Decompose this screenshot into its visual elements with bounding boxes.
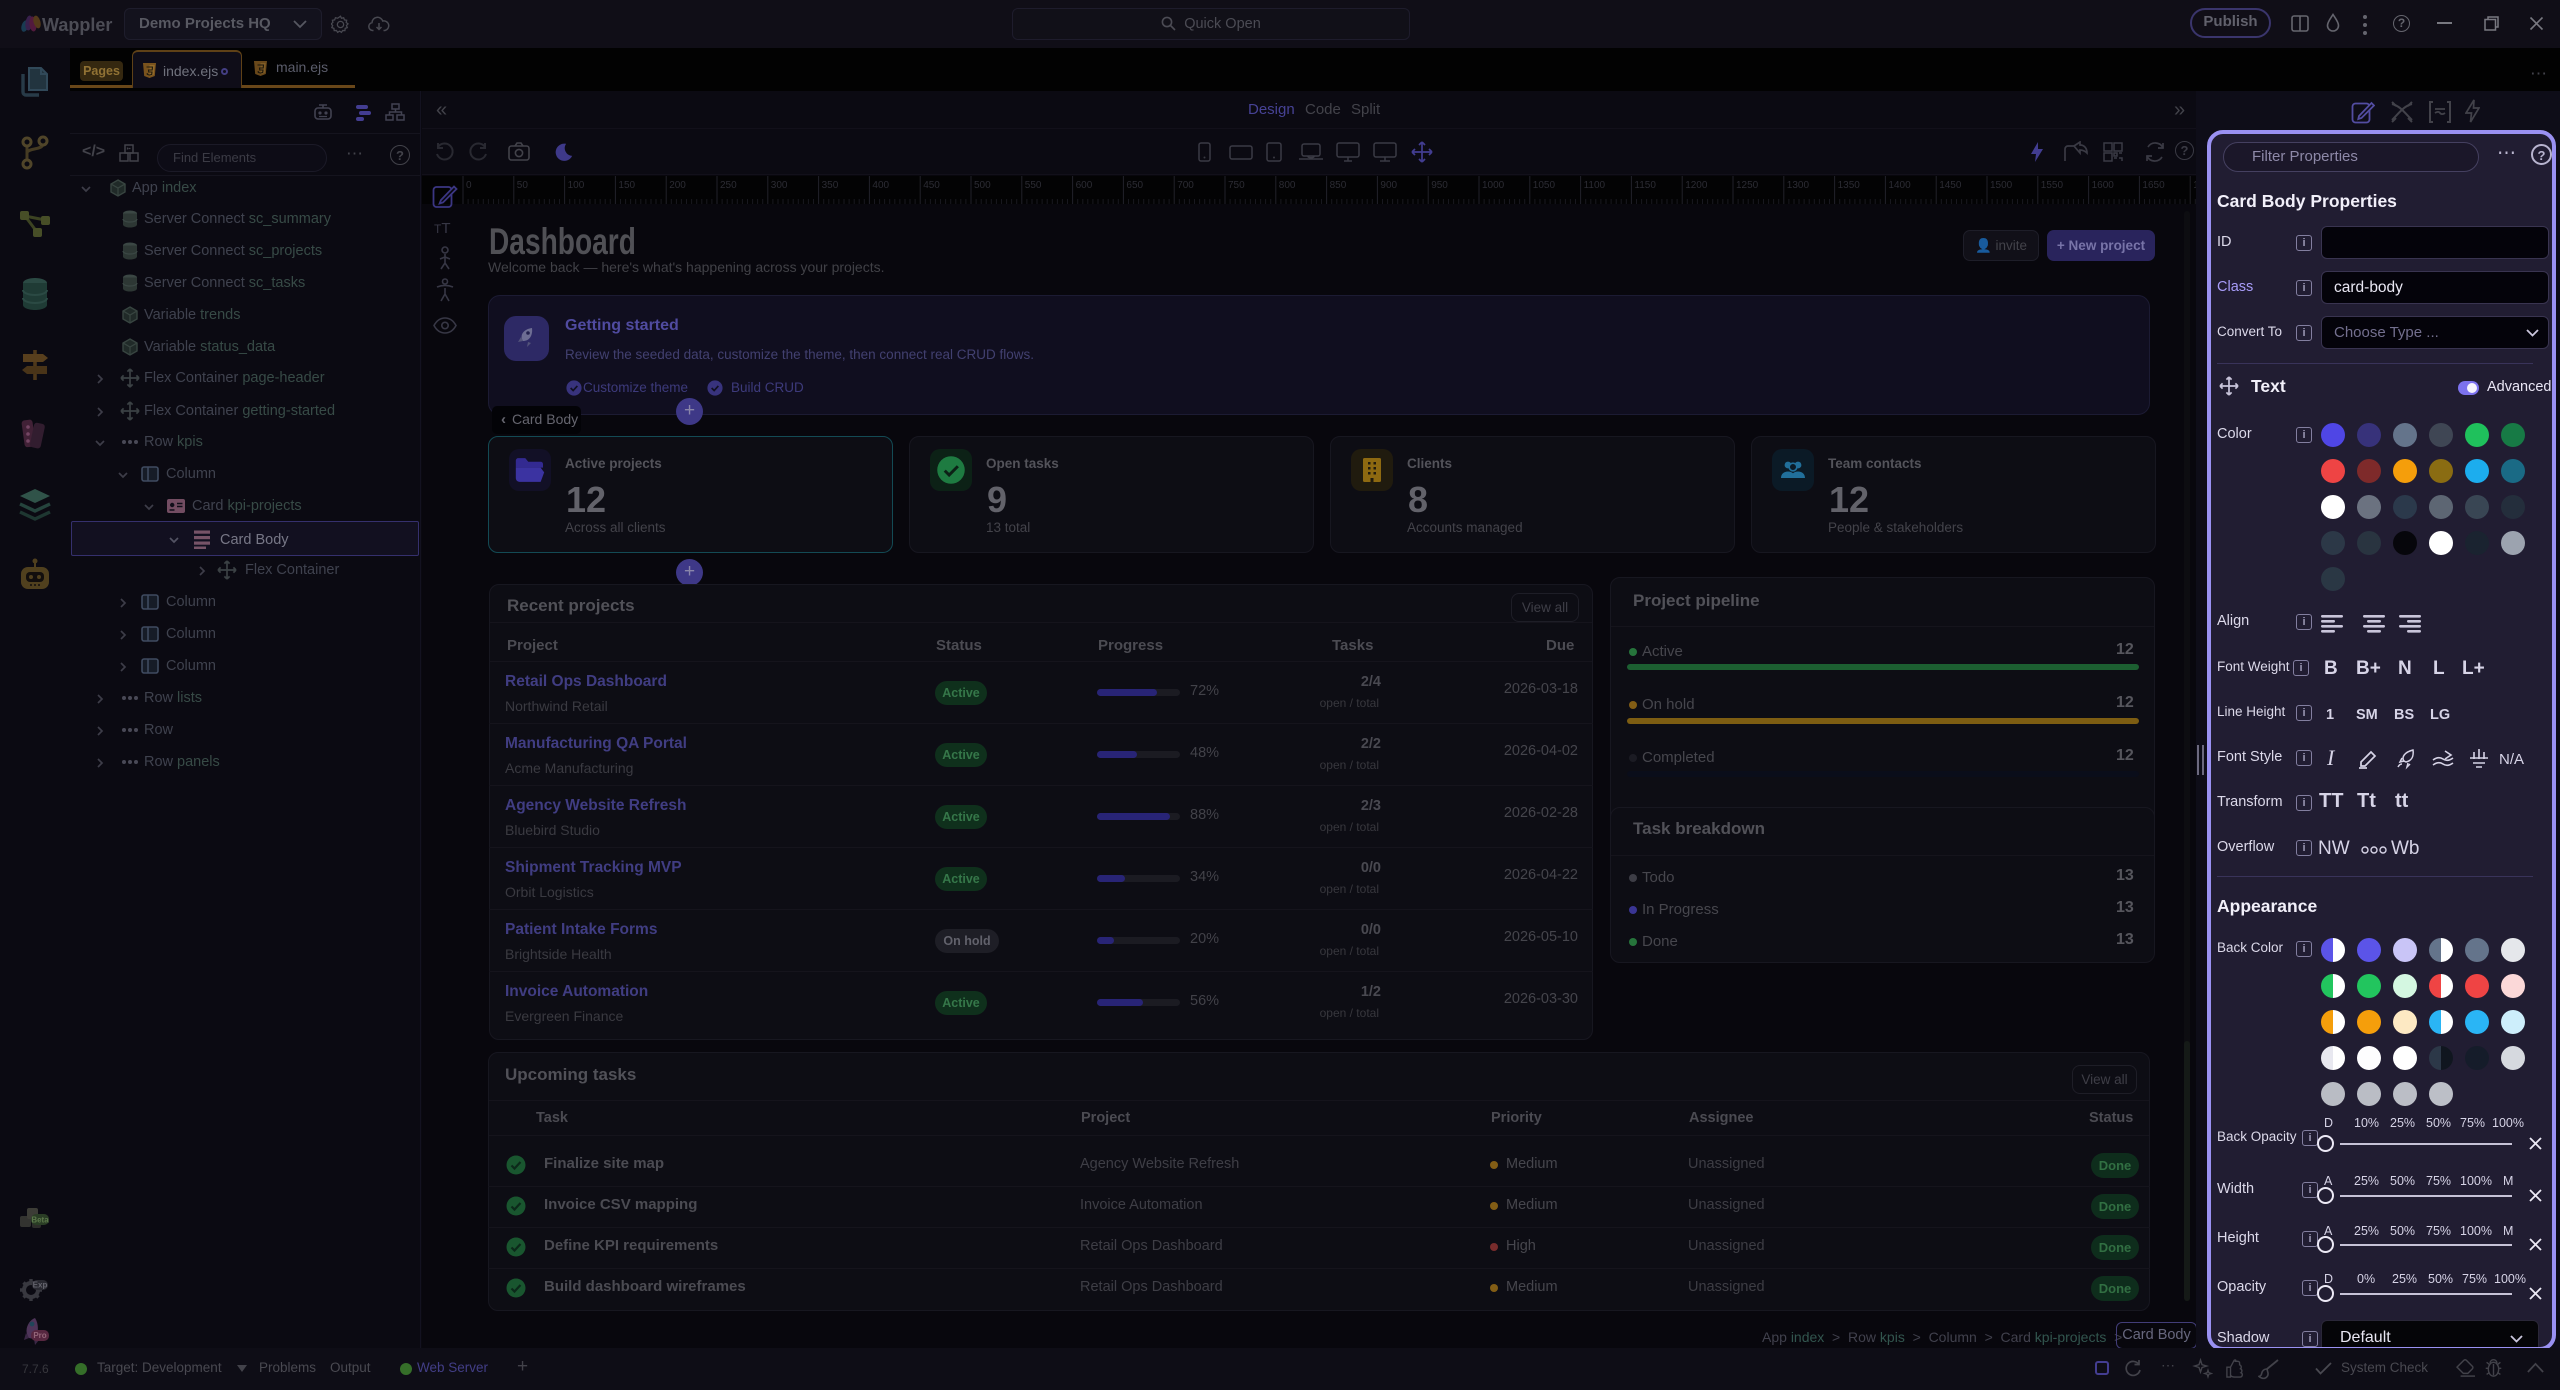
svg-text:1100: 1100 [1584, 180, 1606, 191]
svg-text:1650: 1650 [2142, 180, 2165, 191]
svg-text:Pro: Pro [33, 1331, 46, 1340]
svg-text:200: 200 [669, 180, 686, 191]
svg-text:1250: 1250 [1736, 180, 1759, 191]
svg-text:750: 750 [1228, 180, 1245, 191]
svg-text:1000: 1000 [1482, 180, 1505, 191]
svg-text:550: 550 [1025, 180, 1042, 191]
svg-text:50: 50 [517, 180, 529, 191]
svg-text:950: 950 [1431, 180, 1448, 191]
svg-text:400: 400 [872, 180, 889, 191]
svg-text:1150: 1150 [1634, 180, 1656, 191]
svg-text:450: 450 [923, 180, 940, 191]
svg-text:Beta: Beta [31, 1216, 49, 1225]
svg-text:900: 900 [1380, 180, 1397, 191]
svg-text:150: 150 [618, 180, 635, 191]
svg-text:1550: 1550 [2041, 180, 2064, 191]
svg-text:1050: 1050 [1533, 180, 1556, 191]
svg-text:700: 700 [1177, 180, 1194, 191]
svg-text:300: 300 [771, 180, 788, 191]
svg-text:650: 650 [1126, 180, 1143, 191]
svg-text:0: 0 [466, 180, 472, 191]
svg-text:1600: 1600 [2092, 180, 2115, 191]
svg-text:Exp: Exp [33, 1281, 48, 1290]
svg-text:1200: 1200 [1685, 180, 1708, 191]
svg-text:250: 250 [720, 180, 737, 191]
svg-text:350: 350 [822, 180, 839, 191]
svg-text:600: 600 [1076, 180, 1093, 191]
svg-text:100: 100 [568, 180, 585, 191]
svg-text:800: 800 [1279, 180, 1296, 191]
svg-text:1350: 1350 [1838, 180, 1861, 191]
svg-text:1500: 1500 [1990, 180, 2013, 191]
svg-text:1450: 1450 [1939, 180, 1962, 191]
svg-text:1400: 1400 [1888, 180, 1911, 191]
svg-text:1300: 1300 [1787, 180, 1810, 191]
svg-text:850: 850 [1330, 180, 1347, 191]
svg-text:500: 500 [974, 180, 991, 191]
